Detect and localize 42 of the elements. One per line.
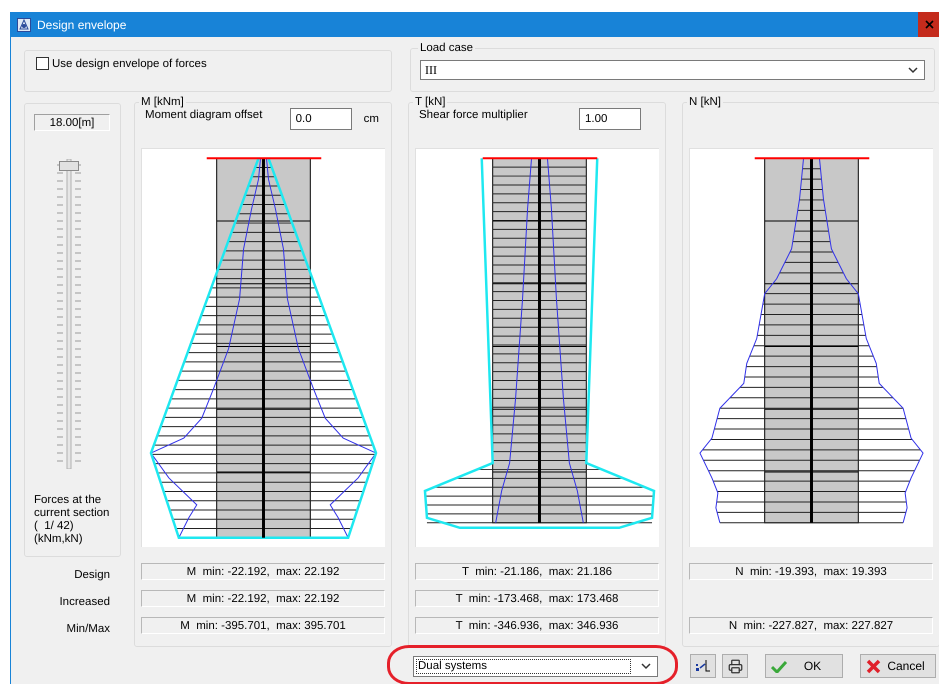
print-icon	[728, 658, 742, 674]
chart-icon	[695, 659, 711, 673]
option-label: Shear force multiplier	[419, 109, 529, 121]
input-field[interactable]: 0.0	[290, 108, 352, 130]
checkmark-icon	[771, 660, 787, 672]
unit-label: cm	[364, 113, 379, 125]
result-field: T min: -346.936, max: 346.936	[415, 617, 659, 634]
cancel-button[interactable]: Cancel	[860, 654, 936, 678]
close-icon	[924, 20, 934, 29]
group-title: Load case	[419, 42, 474, 54]
result-field: T min: -21.186, max: 21.186	[415, 563, 659, 580]
close-button[interactable]	[918, 12, 939, 37]
position-readout: 18.00[m]	[34, 114, 110, 131]
slider-thumb[interactable]	[59, 161, 79, 171]
group-title: N [kN]	[688, 96, 722, 108]
app-icon	[17, 18, 31, 32]
group-title: M [kNm]	[140, 96, 185, 108]
input-field[interactable]: 1.00	[579, 108, 641, 130]
system-dropdown[interactable]: Dual systems	[413, 656, 658, 677]
section-slider[interactable]	[57, 159, 81, 469]
cross-icon	[866, 658, 881, 674]
chart-button[interactable]	[690, 654, 716, 678]
ok-button[interactable]: OK	[765, 654, 843, 678]
row-label: Min/Max	[66, 622, 110, 636]
checkbox-label: Use design envelope of forces	[52, 58, 207, 70]
result-field: M min: -395.701, max: 395.701	[141, 617, 385, 634]
result-field: M min: -22.192, max: 22.192	[141, 590, 385, 607]
result-field: N min: -19.393, max: 19.393	[689, 563, 933, 580]
result-field: M min: -22.192, max: 22.192	[141, 563, 385, 580]
row-label: Increased	[59, 595, 110, 609]
option-label: Moment diagram offset	[145, 109, 264, 121]
result-field: N min: -227.827, max: 227.827	[689, 617, 933, 634]
section-caption: Forces at the current section ( 1/ 42) (kNm,kN)	[34, 494, 110, 546]
chevron-icon	[908, 66, 918, 74]
row-label: Design	[74, 568, 110, 582]
result-field: T min: -173.468, max: 173.468	[415, 590, 659, 607]
chevron-icon	[641, 663, 651, 670]
checkbox[interactable]	[36, 57, 49, 70]
group-title: T [kN]	[414, 96, 446, 108]
window-title: Design envelope	[37, 18, 128, 32]
print-button[interactable]	[722, 654, 748, 678]
load-case-dropdown[interactable]: III	[420, 60, 925, 80]
